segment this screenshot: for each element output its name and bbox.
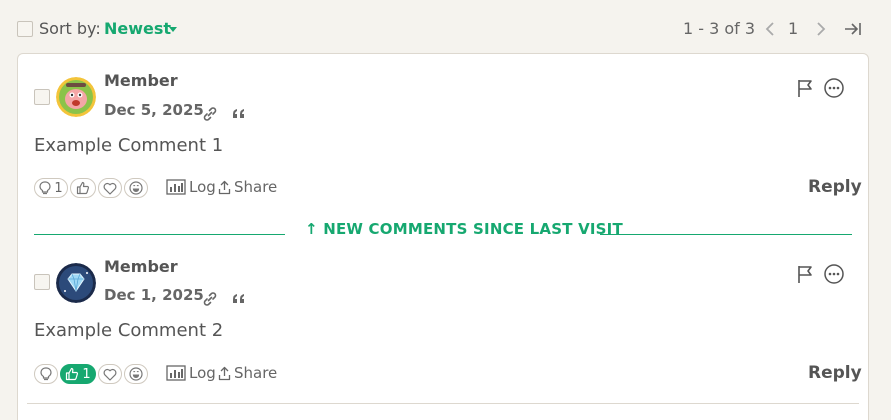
- laugh-icon: [129, 181, 143, 195]
- reaction-heart[interactable]: [98, 178, 122, 198]
- reply-button[interactable]: Reply: [808, 363, 862, 383]
- share-button[interactable]: Share: [218, 178, 277, 196]
- comment-body: Example Comment 2: [34, 320, 224, 341]
- sort-label: Sort by:: [39, 19, 101, 38]
- quote-icon[interactable]: [230, 105, 248, 123]
- divider-line-left: [34, 234, 285, 235]
- reaction-laugh[interactable]: [124, 178, 148, 198]
- share-label: Share: [234, 178, 278, 196]
- avatar[interactable]: [56, 77, 96, 117]
- comment-date: Dec 1, 2025: [104, 286, 204, 304]
- divider: [27, 403, 859, 404]
- reaction-lightbulb[interactable]: 1: [34, 178, 68, 198]
- sort-dropdown[interactable]: Newest: [104, 19, 171, 38]
- laugh-icon: [129, 367, 143, 381]
- reaction-heart[interactable]: [98, 364, 122, 384]
- reply-button[interactable]: Reply: [808, 177, 862, 197]
- lightbulb-icon: [39, 181, 51, 195]
- log-button[interactable]: Log: [166, 178, 216, 196]
- chevron-left-icon[interactable]: [760, 18, 780, 40]
- more-options-icon[interactable]: [823, 77, 845, 99]
- comment-body: Example Comment 1: [34, 135, 224, 156]
- author-name[interactable]: Member: [104, 257, 178, 276]
- new-comments-label: ↑ NEW COMMENTS SINCE LAST VISIT: [305, 220, 623, 238]
- last-page-icon[interactable]: [843, 18, 863, 40]
- log-label: Log: [189, 178, 216, 196]
- bar-chart-icon: [166, 179, 186, 195]
- toolbar: Sort by: Newest 1 - 3 of 3 1: [0, 0, 891, 56]
- link-icon[interactable]: [201, 290, 219, 308]
- chevron-down-icon[interactable]: [169, 27, 177, 32]
- pager-current-page[interactable]: 1: [788, 19, 798, 38]
- thumbs-up-icon: [66, 367, 79, 381]
- log-button[interactable]: Log: [166, 364, 216, 382]
- flag-icon[interactable]: [795, 263, 817, 285]
- comment-select-checkbox[interactable]: [34, 274, 50, 290]
- reaction-count: 1: [54, 180, 63, 196]
- author-name[interactable]: Member: [104, 71, 178, 90]
- lightbulb-icon: [40, 367, 52, 381]
- avatar[interactable]: [56, 263, 96, 303]
- pager-range: 1 - 3 of 3: [683, 19, 756, 38]
- reaction-thumbs-up[interactable]: [70, 178, 96, 198]
- more-options-icon[interactable]: [823, 263, 845, 285]
- bar-chart-icon: [166, 365, 186, 381]
- log-label: Log: [189, 364, 216, 382]
- flag-icon[interactable]: [795, 77, 817, 99]
- thumbs-up-icon: [76, 181, 90, 195]
- reaction-thumbs-up[interactable]: 1: [60, 364, 96, 384]
- share-label: Share: [234, 364, 278, 382]
- select-all-checkbox[interactable]: [17, 21, 33, 37]
- comment-date: Dec 5, 2025: [104, 101, 204, 119]
- heart-icon: [103, 182, 117, 195]
- divider-line-right: [600, 234, 852, 235]
- comment-select-checkbox[interactable]: [34, 89, 50, 105]
- share-button[interactable]: Share: [218, 364, 277, 382]
- share-icon: [218, 180, 231, 194]
- link-icon[interactable]: [201, 105, 219, 123]
- heart-icon: [103, 368, 117, 381]
- reaction-laugh[interactable]: [124, 364, 148, 384]
- chevron-right-icon[interactable]: [811, 18, 831, 40]
- share-icon: [218, 366, 231, 380]
- reaction-lightbulb[interactable]: [34, 364, 58, 384]
- quote-icon[interactable]: [230, 290, 248, 308]
- reaction-count: 1: [82, 366, 91, 382]
